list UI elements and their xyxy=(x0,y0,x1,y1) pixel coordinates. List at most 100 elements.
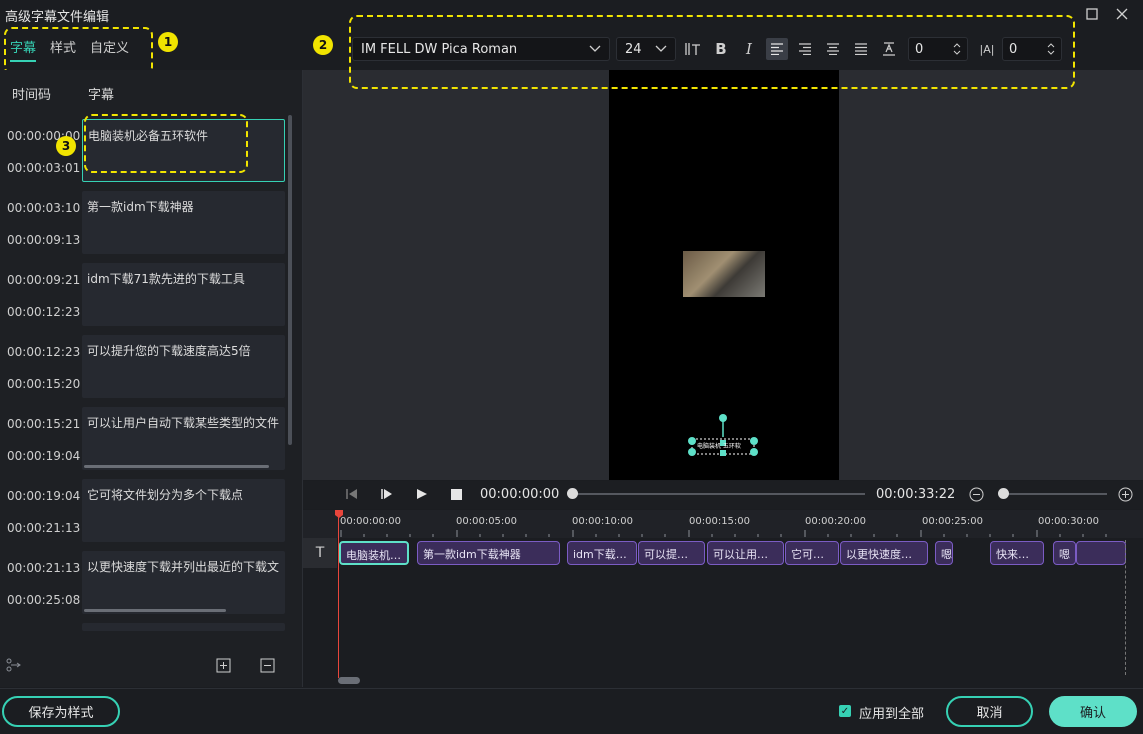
subtitle-text: 它可将文件划分为多个下载点 xyxy=(87,488,244,502)
cell-horizontal-scrollbar[interactable] xyxy=(84,465,269,468)
ruler-label: 00:00:00:00 xyxy=(340,516,402,527)
bold-button[interactable]: B xyxy=(710,38,732,60)
current-timecode: 00:00:00:00 xyxy=(480,487,560,502)
subtitle-clip[interactable]: 第一款idm下载神器 xyxy=(417,541,560,565)
remove-subtitle-button[interactable] xyxy=(260,658,275,677)
subtitle-clip[interactable]: 快来… xyxy=(990,541,1044,565)
row-end-time: 00:00:03:01 xyxy=(7,161,81,175)
scrubber-handle[interactable] xyxy=(567,488,578,499)
annotation-badge-1: 1 xyxy=(158,32,178,52)
stepper-icon[interactable] xyxy=(953,43,961,55)
align-left-button[interactable] xyxy=(766,38,788,60)
line-spacing-input[interactable]: 0 xyxy=(1002,37,1062,61)
next-frame-button[interactable] xyxy=(380,488,394,504)
subtitle-clip[interactable]: 电脑装机… xyxy=(339,541,409,565)
ruler-label: 00:00:15:00 xyxy=(689,516,751,527)
font-size-select[interactable]: 24 xyxy=(616,37,676,61)
subtitle-clip[interactable]: 嗯 xyxy=(935,541,953,565)
subtitle-cell[interactable]: 第一款idm下载神器 xyxy=(82,191,285,254)
caption-transform-handles[interactable] xyxy=(686,412,762,460)
subtitle-clip[interactable]: idm下载… xyxy=(567,541,637,565)
annotation-badge-2: 2 xyxy=(313,35,333,55)
apply-all-checkbox[interactable]: ✓ xyxy=(839,705,851,717)
ruler-label: 00:00:05:00 xyxy=(456,516,518,527)
letter-spacing-input[interactable]: 0 xyxy=(908,37,968,61)
row-end-time: 00:00:15:20 xyxy=(7,377,81,391)
letter-spacing-value: 0 xyxy=(915,41,924,57)
add-subtitle-button[interactable] xyxy=(216,658,231,677)
maximize-button[interactable] xyxy=(1080,4,1104,24)
align-center-icon xyxy=(827,43,839,55)
previous-frame-icon xyxy=(346,489,357,499)
underline-button[interactable] xyxy=(878,38,900,60)
zoom-in-button[interactable] xyxy=(1118,487,1133,506)
list-vertical-scrollbar[interactable] xyxy=(288,115,292,445)
align-justify-button[interactable] xyxy=(850,38,872,60)
row-end-time: 00:00:12:23 xyxy=(7,305,81,319)
row-end-time: 00:00:19:04 xyxy=(7,449,81,463)
stepper-icon[interactable] xyxy=(1047,43,1055,55)
window-title: 高级字幕文件编辑 xyxy=(5,10,110,25)
play-icon xyxy=(417,489,427,499)
zoom-out-icon xyxy=(969,487,984,502)
close-icon xyxy=(1116,8,1128,20)
subtitle-cell[interactable]: 可以提升您的下载速度高达5倍 xyxy=(82,335,285,398)
line-spacing-value: 0 xyxy=(1009,41,1018,57)
play-frame-icon xyxy=(381,489,392,499)
line-spacing-icon: |A| xyxy=(979,42,995,56)
align-center-button[interactable] xyxy=(822,38,844,60)
close-button[interactable] xyxy=(1110,4,1134,24)
subtitle-clip[interactable]: 可以提… xyxy=(638,541,705,565)
align-right-button[interactable] xyxy=(794,38,816,60)
timeline-horizontal-scrollbar[interactable] xyxy=(338,677,360,684)
ruler-label: 00:00:20:00 xyxy=(805,516,867,527)
subtitle-clip[interactable]: 它可… xyxy=(785,541,839,565)
subtitle-cell[interactable]: idm下载71款先进的下载工具 xyxy=(82,263,285,326)
text-track-icon: T xyxy=(303,538,337,568)
playhead-head-icon[interactable] xyxy=(335,510,343,518)
align-justify-icon xyxy=(855,43,867,55)
subtitle-cell[interactable]: 以更快速度下载并列出最近的下载文 xyxy=(82,551,285,614)
row-end-time: 00:00:21:13 xyxy=(7,521,81,535)
subtitle-cell[interactable]: 它可将文件划分为多个下载点 xyxy=(82,479,285,542)
minus-icon xyxy=(260,658,275,673)
text-spacing-button[interactable] xyxy=(682,38,704,60)
row-start-time: 00:00:21:13 xyxy=(7,561,81,575)
ruler-label: 00:00:30:00 xyxy=(1038,516,1100,527)
align-left-icon xyxy=(771,43,783,55)
play-button[interactable] xyxy=(416,488,428,504)
subtitle-clip[interactable]: 以更快速度… xyxy=(840,541,928,565)
save-as-style-button[interactable]: 保存为样式 xyxy=(2,696,120,727)
split-merge-icon[interactable] xyxy=(6,658,22,676)
subtitle-text: 以更快速度下载并列出最近的下载文 xyxy=(87,560,280,574)
subtitle-clip[interactable]: 嗯 xyxy=(1053,541,1076,565)
font-family-select[interactable]: IM FELL DW Pica Roman xyxy=(352,37,610,61)
row-end-time: 00:00:09:13 xyxy=(7,233,81,247)
chevron-down-icon xyxy=(589,45,601,52)
subtitle-text: idm下载71款先进的下载工具 xyxy=(87,272,245,286)
font-size-value: 24 xyxy=(625,41,642,57)
playback-scrubber[interactable] xyxy=(573,493,865,495)
subtitle-cell[interactable]: 可以让用户自动下载某些类型的文件 xyxy=(82,407,285,470)
column-header-timecode: 时间码 xyxy=(12,88,52,103)
cancel-button[interactable]: 取消 xyxy=(946,696,1033,727)
zoom-slider[interactable] xyxy=(1003,493,1107,495)
stop-icon xyxy=(451,489,462,500)
zoom-out-button[interactable] xyxy=(969,487,984,506)
align-right-icon xyxy=(799,43,811,55)
playback-controls xyxy=(303,481,1143,509)
subtitle-text: 可以让用户自动下载某些类型的文件 xyxy=(87,416,280,430)
stop-button[interactable] xyxy=(451,489,462,504)
subtitle-clip[interactable] xyxy=(1076,541,1126,565)
subtitle-clip[interactable]: 可以让用… xyxy=(707,541,784,565)
confirm-button[interactable]: 确认 xyxy=(1049,696,1137,727)
cell-horizontal-scrollbar[interactable] xyxy=(84,609,226,612)
prev-frame-button[interactable] xyxy=(345,488,359,504)
preview-caption-text: 电脑装机 五环软 xyxy=(697,443,741,450)
italic-button[interactable]: I xyxy=(738,38,760,60)
subtitle-text: 可以提升您的下载速度高达5倍 xyxy=(87,344,251,358)
row-start-time: 00:00:12:23 xyxy=(7,345,81,359)
zoom-slider-handle[interactable] xyxy=(998,488,1009,499)
subtitle-cell-partial[interactable] xyxy=(82,623,285,631)
playhead[interactable] xyxy=(338,512,339,678)
